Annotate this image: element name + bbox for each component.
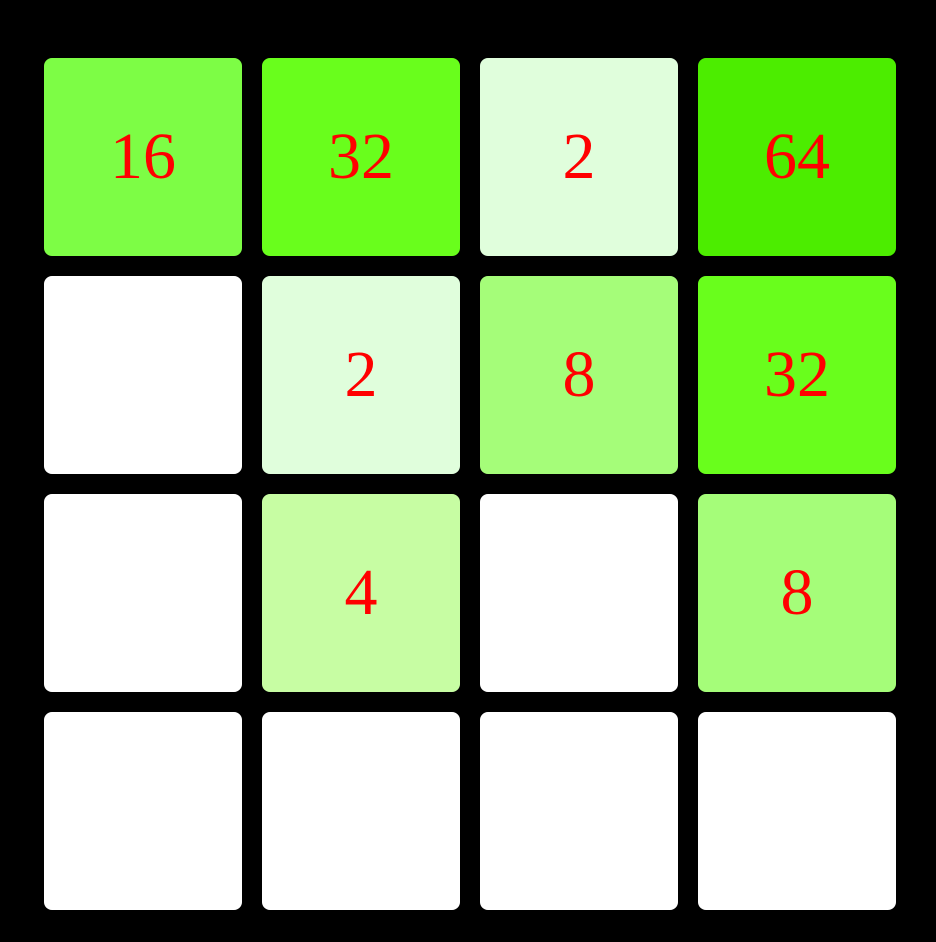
tile-value: 8 <box>780 556 814 629</box>
tile-value: 64 <box>764 120 830 193</box>
tile-value: 32 <box>328 120 394 193</box>
tile-r2-c1 <box>44 276 242 474</box>
tile-r2-c4: 32 <box>698 276 896 474</box>
tile-value: 16 <box>110 120 176 193</box>
tile-r1-c1: 16 <box>44 58 242 256</box>
tile-r2-c2: 2 <box>262 276 460 474</box>
tile-value: 8 <box>562 338 596 411</box>
tile-r4-c3 <box>480 712 678 910</box>
tile-r2-c3: 8 <box>480 276 678 474</box>
tile-r4-c2 <box>262 712 460 910</box>
tile-value: 4 <box>344 556 378 629</box>
tile-r1-c3: 2 <box>480 58 678 256</box>
tile-r1-c2: 32 <box>262 58 460 256</box>
tile-r3-c4: 8 <box>698 494 896 692</box>
tile-value: 32 <box>764 338 830 411</box>
game-board: 16 32 2 64 2 8 32 4 8 <box>44 58 896 910</box>
tile-r4-c1 <box>44 712 242 910</box>
tile-value: 2 <box>562 120 596 193</box>
tile-r4-c4 <box>698 712 896 910</box>
tile-r3-c1 <box>44 494 242 692</box>
tile-value: 2 <box>344 338 378 411</box>
tile-r1-c4: 64 <box>698 58 896 256</box>
tile-r3-c3 <box>480 494 678 692</box>
tile-r3-c2: 4 <box>262 494 460 692</box>
